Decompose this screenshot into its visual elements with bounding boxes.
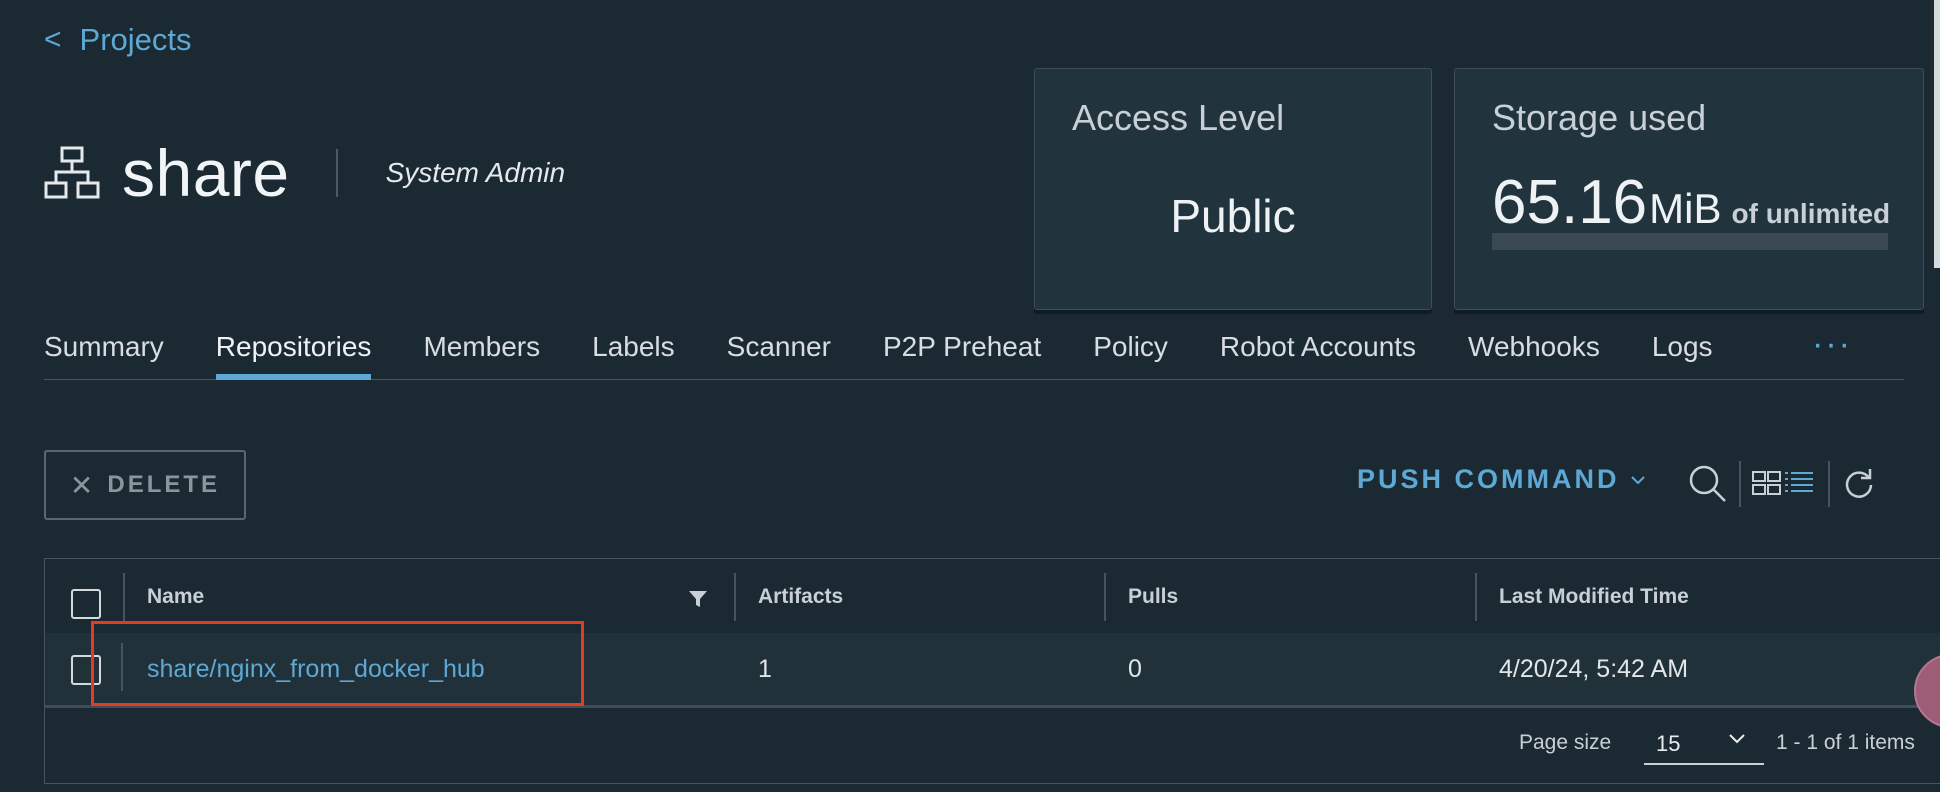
page-title: share (122, 136, 290, 210)
refresh-icon[interactable] (1842, 466, 1876, 500)
column-divider (123, 573, 125, 621)
column-header-name[interactable]: Name (147, 585, 204, 609)
card-view-icon[interactable] (1752, 470, 1782, 496)
artifacts-count: 1 (758, 655, 772, 683)
delete-button[interactable]: ✕ DELETE (44, 450, 246, 520)
select-all-checkbox[interactable] (71, 589, 101, 619)
project-tree-icon (44, 146, 100, 199)
storage-used-card: Storage used 65.16MiB of unlimited (1454, 68, 1924, 310)
tab-logs[interactable]: Logs (1652, 326, 1713, 379)
title-divider (335, 149, 338, 197)
page-size-select[interactable]: 15 (1644, 721, 1764, 765)
user-role-label: System Admin (385, 157, 566, 188)
push-command-dropdown[interactable]: PUSH COMMAND (1357, 464, 1646, 495)
page-size-label: Page size (1519, 731, 1612, 754)
access-level-title: Access Level (1072, 97, 1285, 138)
push-command-label: PUSH COMMAND (1357, 464, 1620, 494)
delete-button-label: DELETE (107, 471, 221, 498)
tab-robot-accounts[interactable]: Robot Accounts (1220, 326, 1416, 379)
project-header: share System Admin (44, 135, 565, 211)
column-header-pulls[interactable]: Pulls (1128, 585, 1178, 609)
chevron-left-icon: < (44, 23, 62, 56)
toolbar-divider (1828, 461, 1830, 507)
column-header-last-modified[interactable]: Last Modified Time (1499, 585, 1689, 609)
back-link-label: Projects (79, 22, 192, 57)
filter-icon[interactable] (687, 589, 709, 609)
pulls-count: 0 (1128, 655, 1142, 683)
list-view-icon[interactable] (1784, 470, 1814, 496)
search-icon[interactable] (1688, 464, 1728, 504)
highlight-box (91, 621, 584, 706)
tab-summary[interactable]: Summary (44, 326, 164, 379)
column-divider (734, 573, 736, 621)
storage-amount: 65.16MiB of unlimited (1492, 167, 1890, 238)
storage-limit: of unlimited (1731, 198, 1891, 229)
page-size-value: 15 (1656, 731, 1681, 756)
tab-members[interactable]: Members (423, 326, 540, 379)
project-tabs: Summary Repositories Members Labels Scanner P… (44, 326, 1904, 380)
pagination-summary: 1 - 1 of 1 items (1776, 731, 1915, 754)
tab-scanner[interactable]: Scanner (727, 326, 831, 379)
tab-webhooks[interactable]: Webhooks (1468, 326, 1600, 379)
storage-amount-value: 65.16 (1492, 168, 1648, 237)
tab-labels[interactable]: Labels (592, 326, 675, 379)
tab-policy[interactable]: Policy (1093, 326, 1168, 379)
storage-used-title: Storage used (1492, 97, 1707, 138)
more-tabs-icon[interactable]: ··· (1812, 326, 1852, 362)
close-icon: ✕ (69, 469, 94, 501)
back-to-projects-link[interactable]: < Projects (44, 22, 192, 58)
scrollbar[interactable] (1934, 0, 1940, 268)
column-header-artifacts[interactable]: Artifacts (758, 585, 843, 609)
column-divider (1475, 573, 1477, 621)
storage-unit: MiB (1649, 185, 1722, 232)
tab-repositories[interactable]: Repositories (215, 326, 371, 380)
chevron-down-icon (1630, 475, 1645, 484)
access-level-card: Access Level Public (1034, 68, 1432, 310)
column-divider (1104, 573, 1106, 621)
tab-p2p-preheat[interactable]: P2P Preheat (883, 326, 1041, 379)
access-level-value: Public (1170, 190, 1296, 242)
storage-progress-bar (1492, 233, 1888, 250)
chevron-down-icon (1729, 734, 1745, 744)
last-modified-time: 4/20/24, 5:42 AM (1499, 655, 1689, 683)
toolbar-divider (1739, 461, 1741, 507)
